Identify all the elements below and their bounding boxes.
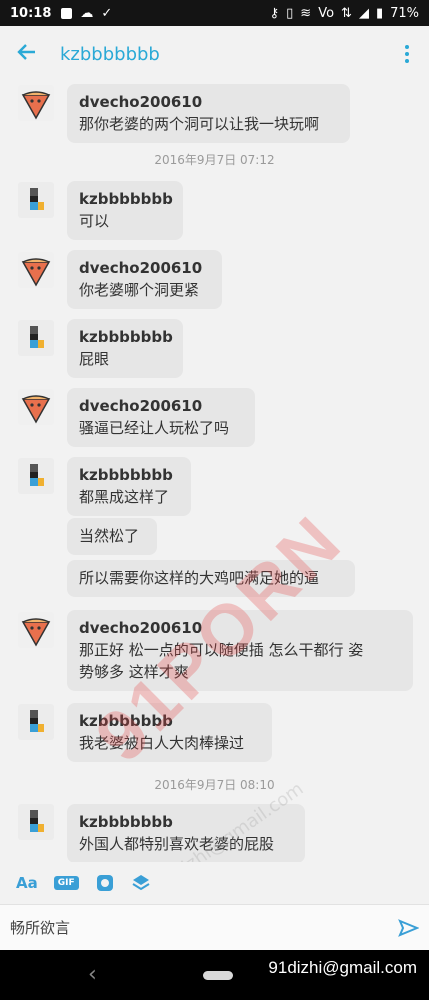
- message-bubble[interactable]: dvecho200610 那正好 松一点的可以随便插 怎么干都行 姿 势够多 这…: [67, 610, 413, 691]
- wifi-icon: ≋: [300, 5, 312, 21]
- gallery-icon: [61, 7, 73, 19]
- data-arrows-icon: ⇅: [341, 5, 352, 21]
- avatar-kzb[interactable]: [18, 320, 54, 356]
- message-bubble[interactable]: kzbbbbbbb 我老婆被白人大肉棒操过: [67, 703, 272, 762]
- back-arrow-icon[interactable]: [16, 42, 60, 67]
- message-text: 那正好 松一点的可以随便插 怎么干都行 姿: [79, 641, 364, 659]
- navigation-bar: ‹ 91dizhi@gmail.com: [0, 950, 429, 1000]
- message-bubble[interactable]: kzbbbbbbb 外国人都特别喜欢老婆的屁股: [67, 804, 305, 862]
- layers-icon[interactable]: [131, 873, 151, 893]
- avatar-kzb[interactable]: [18, 704, 54, 740]
- battery-level: 71%: [390, 5, 419, 21]
- conversation-title: kzbbbbbbb: [60, 43, 160, 65]
- status-time: 10:18: [10, 5, 52, 21]
- more-options-icon[interactable]: [401, 41, 413, 67]
- overlay-email: 91dizhi@gmail.com: [268, 958, 417, 977]
- sender-name: kzbbbbbbb: [79, 190, 173, 208]
- cloud-icon: ☁: [80, 5, 94, 21]
- sender-name: dvecho200610: [79, 93, 203, 111]
- sender-name: dvecho200610: [79, 397, 203, 415]
- sender-name: kzbbbbbbb: [79, 712, 173, 730]
- battery-icon: ▮: [375, 5, 384, 21]
- message-text: 当然松了: [79, 527, 140, 545]
- sender-name: kzbbbbbbb: [79, 466, 173, 484]
- message-text: 我老婆被白人大肉棒操过: [79, 734, 245, 752]
- message-bubble[interactable]: kzbbbbbbb 可以: [67, 181, 183, 240]
- message-input-bar: 畅所欲言: [0, 904, 429, 950]
- composer-toolbar: Aa GIF: [0, 862, 429, 904]
- message-bubble[interactable]: kzbbbbbbb 屁眼: [67, 319, 183, 378]
- avatar-kzb[interactable]: [18, 182, 54, 218]
- status-bar: 10:18 ☁ ✓ ⚷ ▯ ≋ Vo ⇅ ◢ ▮ 71%: [0, 0, 429, 26]
- message-text: 骚逼已经让人玩松了吗: [79, 419, 230, 437]
- message-bubble[interactable]: dvecho200610 骚逼已经让人玩松了吗: [67, 388, 255, 447]
- timestamp: 2016年9月7日 07:12: [154, 153, 275, 167]
- message-text: 外国人都特别喜欢老婆的屁股: [79, 835, 275, 853]
- message-text: 屁眼: [79, 350, 110, 368]
- message-text: 势够多 这样才爽: [79, 663, 189, 681]
- message-bubble[interactable]: 所以需要你这样的大鸡吧满足她的逼: [67, 560, 355, 597]
- message-text: 可以: [79, 212, 110, 230]
- vibrate-icon: ▯: [286, 5, 294, 21]
- sender-name: dvecho200610: [79, 619, 203, 637]
- signal-icon: ◢: [358, 5, 369, 21]
- sticker-icon[interactable]: [95, 873, 115, 893]
- font-style-button[interactable]: Aa: [16, 874, 38, 892]
- gif-button[interactable]: GIF: [53, 876, 79, 890]
- avatar-kzb[interactable]: [18, 458, 54, 494]
- avatar-dvecho[interactable]: [18, 612, 54, 648]
- timestamp: 2016年9月7日 08:10: [154, 778, 275, 792]
- key-icon: ⚷: [269, 5, 280, 21]
- nav-back-icon[interactable]: ‹: [88, 962, 97, 987]
- avatar-dvecho[interactable]: [18, 252, 54, 288]
- message-bubble[interactable]: kzbbbbbbb 都黑成这样了: [67, 457, 191, 516]
- message-input[interactable]: 畅所欲言: [10, 917, 397, 938]
- nav-home-pill[interactable]: [203, 971, 233, 980]
- vpn-icon: ✓: [101, 5, 113, 21]
- network-type: Vo: [318, 5, 335, 21]
- chat-history[interactable]: dvecho200610 那你老婆的两个洞可以让我一块玩啊 2016年9月7日 …: [0, 82, 429, 862]
- message-text: 那你老婆的两个洞可以让我一块玩啊: [79, 115, 320, 133]
- message-bubble[interactable]: dvecho200610 你老婆哪个洞更紧: [67, 250, 222, 309]
- message-bubble[interactable]: dvecho200610 那你老婆的两个洞可以让我一块玩啊: [67, 84, 350, 143]
- message-bubble[interactable]: 当然松了: [67, 518, 157, 555]
- message-text: 都黑成这样了: [79, 488, 170, 506]
- send-icon[interactable]: [397, 917, 420, 939]
- avatar-dvecho[interactable]: [18, 85, 54, 121]
- avatar-dvecho[interactable]: [18, 389, 54, 425]
- sender-name: kzbbbbbbb: [79, 328, 173, 346]
- message-text: 所以需要你这样的大鸡吧满足她的逼: [79, 569, 320, 587]
- message-text: 你老婆哪个洞更紧: [79, 281, 200, 299]
- app-bar: kzbbbbbbb: [0, 26, 429, 82]
- sender-name: dvecho200610: [79, 259, 203, 277]
- sender-name: kzbbbbbbb: [79, 813, 173, 831]
- avatar-kzb[interactable]: [18, 804, 54, 840]
